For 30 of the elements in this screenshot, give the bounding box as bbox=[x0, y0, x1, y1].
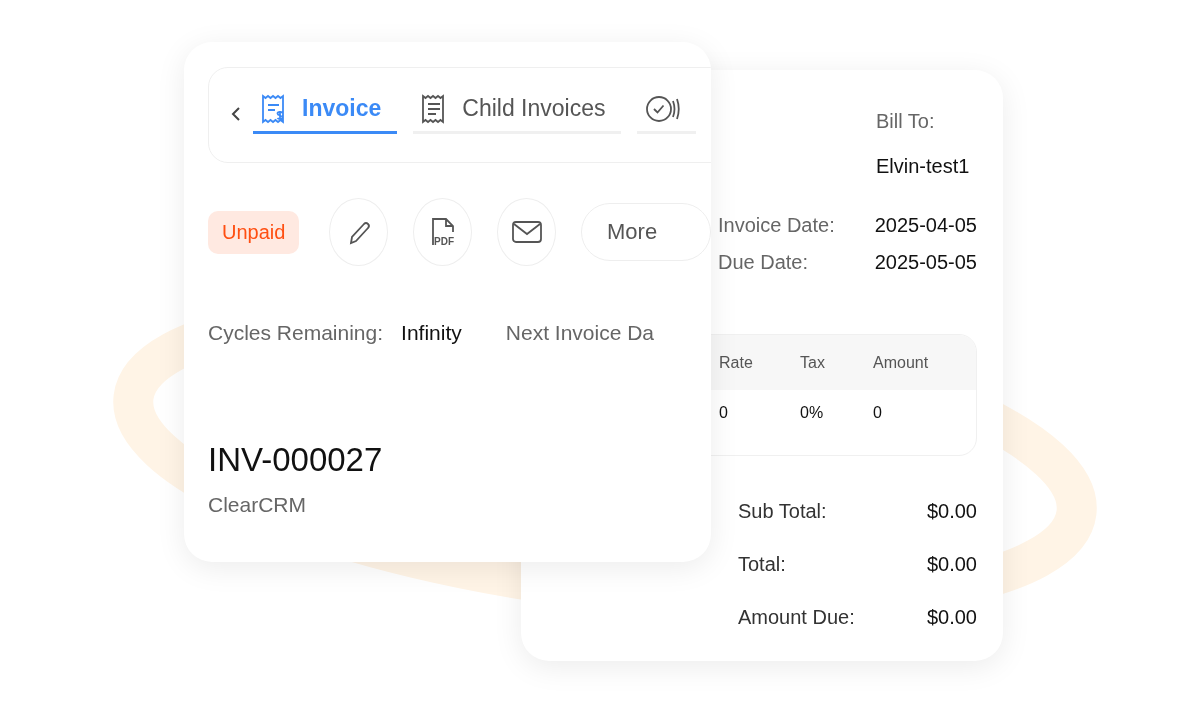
check-circle-icon bbox=[644, 93, 681, 124]
table-cell-text: 0 bbox=[719, 403, 729, 422]
cycles-value: Infinity bbox=[401, 321, 462, 345]
total-value: $0.00 bbox=[926, 500, 977, 523]
date-label: Due Date: bbox=[718, 251, 810, 274]
column-header: Rate bbox=[719, 353, 754, 372]
bill-to-label: Bill To: bbox=[876, 110, 936, 133]
date-value: 2025-05-05 bbox=[873, 251, 977, 274]
back-chevron-icon[interactable] bbox=[229, 106, 243, 122]
column-header: Amount bbox=[873, 353, 930, 372]
customer-name: Elvin-test1 bbox=[876, 155, 971, 178]
total-value: $0.00 bbox=[926, 606, 977, 629]
total-value: $0.00 bbox=[926, 553, 977, 576]
column-header: Tax bbox=[800, 353, 826, 372]
company-name: ClearCRM bbox=[208, 493, 307, 517]
mail-icon bbox=[510, 219, 543, 245]
more-button[interactable]: More bbox=[581, 203, 711, 261]
status-badge: Unpaid bbox=[208, 210, 300, 254]
cycles-label: Cycles Remaining: bbox=[208, 321, 384, 345]
total-label: Total: bbox=[738, 553, 786, 576]
date-label: Invoice Date: bbox=[718, 214, 836, 237]
invoice-number: INV-000027 bbox=[208, 441, 384, 479]
table-cell-text: 0 bbox=[873, 403, 883, 422]
date-value: 2025-04-05 bbox=[873, 214, 977, 237]
table-cell-text: 0% bbox=[800, 403, 825, 422]
total-label: Sub Total: bbox=[738, 500, 827, 523]
pdf-button[interactable]: PDF bbox=[413, 198, 473, 266]
total-label: Amount Due: bbox=[738, 606, 855, 629]
next-invoice-label: Next Invoice Da bbox=[505, 321, 654, 345]
tab[interactable]: Child Invoices bbox=[413, 86, 622, 134]
